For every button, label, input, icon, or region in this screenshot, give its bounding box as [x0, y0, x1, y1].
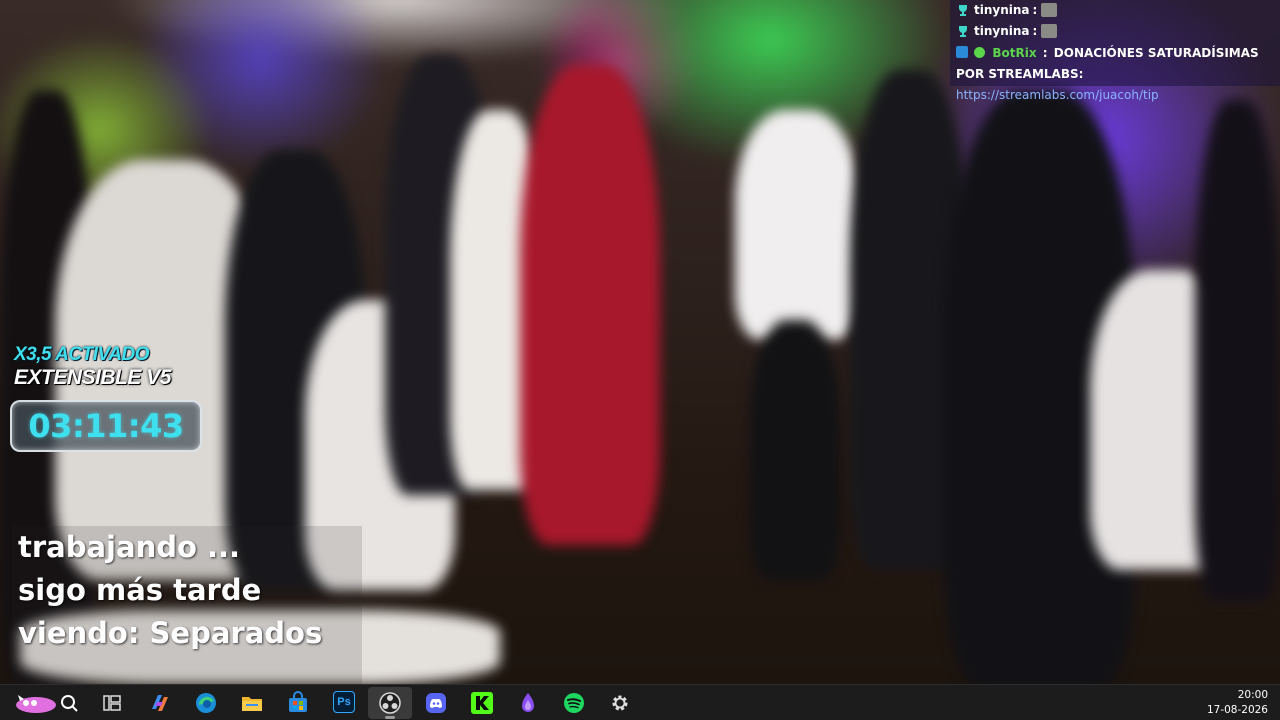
settings-button[interactable]	[608, 691, 632, 715]
edge-icon	[196, 693, 216, 713]
timer-box: 03:11:43	[10, 400, 202, 452]
emote-icon	[1041, 3, 1058, 17]
edge-button[interactable]	[194, 691, 218, 715]
photoshop-button[interactable]: Ps	[333, 691, 355, 713]
chat-link[interactable]: https://streamlabs.com/juacoh/tip	[956, 88, 1159, 102]
clock-date: 17-08-2026	[1206, 704, 1268, 716]
scene-figure	[1195, 100, 1280, 600]
multiplier-label: X3,5 ACTIVADO	[14, 344, 149, 365]
discord-button[interactable]	[424, 691, 448, 715]
store-icon	[289, 691, 307, 712]
discord-icon	[426, 693, 446, 713]
streamer-app-button[interactable]	[516, 691, 540, 715]
trophy-badge-icon	[956, 24, 970, 38]
chat-separator: :	[1032, 3, 1038, 17]
status-overlay: trabajando ... sigo más tarde viendo: Se…	[12, 526, 362, 684]
chat-separator: :	[1032, 24, 1038, 38]
start-icon	[16, 695, 56, 713]
chat-message: BotRix : DONACIÓNES SATURADÍSIMAS POR ST…	[956, 42, 1274, 106]
copilot-icon	[152, 695, 168, 711]
photoshop-icon: Ps	[337, 696, 351, 708]
emote-icon	[1041, 24, 1058, 38]
task-view-icon	[103, 695, 121, 711]
start-button[interactable]	[12, 693, 58, 715]
clock-time: 20:00	[1237, 689, 1268, 701]
system-clock[interactable]: 20:00 17-08-2026	[1198, 687, 1268, 719]
extension-label: EXTENSIBLE V5	[14, 366, 171, 389]
kick-button[interactable]	[470, 691, 494, 715]
obs-icon	[379, 692, 401, 714]
store-button[interactable]	[286, 691, 310, 715]
countdown-timer: 03:11:43	[28, 407, 184, 445]
scene-figure	[520, 65, 660, 545]
running-indicator	[385, 716, 395, 719]
scene-figure	[735, 110, 860, 340]
subathon-widget: X3,5 ACTIVADO EXTENSIBLE V5 03:11:43	[8, 344, 208, 454]
obs-button[interactable]	[368, 687, 412, 719]
scene-figure	[750, 320, 840, 580]
kick-icon	[471, 692, 493, 714]
trophy-badge-icon	[956, 3, 970, 17]
status-line: trabajando ...	[18, 530, 241, 564]
chat-message: tinynina :	[956, 0, 1274, 20]
task-view-button[interactable]	[101, 692, 123, 714]
taskbar: Ps 20:00 17-08-2026	[0, 684, 1280, 720]
chat-overlay: tinynina : tinynina : BotRix : DONACIÓNE…	[950, 0, 1280, 102]
file-explorer-icon	[242, 697, 262, 711]
settings-icon	[612, 695, 628, 711]
spotify-icon	[564, 693, 584, 713]
file-explorer-button[interactable]	[240, 691, 264, 715]
search-icon	[61, 695, 78, 712]
chat-username[interactable]: tinynina	[974, 24, 1030, 38]
search-button[interactable]	[58, 692, 80, 714]
bot-badge-icon	[956, 46, 968, 58]
streamer-app-icon	[522, 693, 534, 712]
now-watching: viendo: Separados	[18, 616, 323, 650]
chat-message: tinynina :	[956, 20, 1274, 42]
chat-username[interactable]: tinynina	[974, 3, 1030, 17]
status-line: sigo más tarde	[18, 573, 262, 607]
chat-separator: :	[1042, 46, 1048, 60]
spotify-button[interactable]	[562, 691, 586, 715]
verified-badge-icon	[974, 47, 986, 58]
chat-username[interactable]: BotRix	[992, 46, 1036, 60]
copilot-button[interactable]	[148, 691, 172, 715]
